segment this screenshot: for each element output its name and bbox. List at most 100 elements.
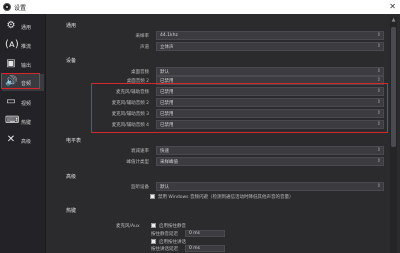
- talk-delay-label: 按住讲话延迟: [151, 247, 178, 252]
- monitoring-device-select[interactable]: 默认 ⇕: [156, 182, 384, 191]
- section-devices-header: 设备: [66, 58, 77, 64]
- select-value: 已禁用: [160, 90, 174, 95]
- push-to-mute-label: 启用按住静音: [159, 224, 186, 229]
- mic-aux-4-select[interactable]: 已禁用 ⇕: [156, 120, 384, 129]
- speaker-icon: 🔊: [5, 76, 18, 87]
- ducking-checkbox[interactable]: [150, 194, 155, 199]
- dropdown-arrow-icon: ⇕: [376, 68, 381, 74]
- mic-aux-4-row: 麦克风/辅助音频 4 已禁用 ⇕: [66, 120, 386, 130]
- mute-delay-value: 0 ms: [189, 231, 201, 236]
- channels-select[interactable]: 立体声 ⇕: [156, 42, 384, 51]
- sidebar-item-video[interactable]: ▭ 视频: [2, 94, 44, 111]
- scrollbar[interactable]: ▲: [390, 17, 397, 253]
- sidebar-item-output[interactable]: ▣ 输出: [2, 56, 44, 73]
- gear-icon: ⚙: [6, 20, 16, 31]
- dropdown-arrow-icon: ⇕: [376, 99, 381, 105]
- desktop-audio-2-select[interactable]: 已禁用 ⇕: [156, 76, 384, 85]
- talk-delay-value: 0 ms: [189, 246, 201, 251]
- sidebar-item-label: 推流: [21, 44, 32, 50]
- section-hotkeys-header: 热键: [66, 208, 77, 214]
- close-button[interactable]: ✕: [389, 2, 396, 12]
- select-value: 44.1khz: [160, 33, 178, 38]
- mic-aux-3-select[interactable]: 已禁用 ⇕: [156, 109, 384, 118]
- mic-aux-select[interactable]: 已禁用 ⇕: [156, 87, 384, 96]
- mic-aux-3-label: 麦克风/辅助音频 3: [111, 112, 149, 117]
- dropdown-arrow-icon: ⇕: [376, 121, 381, 127]
- monitoring-device-row: 监听设备 默认 ⇕: [66, 182, 386, 192]
- push-to-talk-label: 启用按住讲话: [159, 240, 186, 245]
- decay-rate-select[interactable]: 快速 ⇕: [156, 146, 384, 155]
- dropdown-arrow-icon: ⇕: [376, 110, 381, 116]
- sidebar-item-label: 通用: [21, 25, 32, 31]
- sidebar-item-label: 音频: [21, 81, 32, 87]
- mute-delay-input[interactable]: 0 ms: [185, 230, 225, 237]
- obs-logo-icon: [3, 3, 11, 11]
- sidebar-item-hotkeys[interactable]: ⌨ 热键: [2, 113, 44, 130]
- dropdown-arrow-icon: ⇕: [376, 158, 381, 164]
- section-general-header: 通用: [66, 23, 77, 29]
- mic-aux-2-row: 麦克风/辅助音频 2 已禁用 ⇕: [66, 98, 386, 108]
- monitoring-device-label: 监听设备: [131, 185, 149, 190]
- dropdown-arrow-icon: ⇕: [376, 147, 381, 153]
- desktop-audio-2-label: 桌面音频 2: [126, 79, 149, 84]
- sidebar-item-label: 视频: [21, 101, 32, 107]
- sidebar-item-label: 高级: [21, 139, 32, 145]
- select-value: 默认: [160, 70, 169, 75]
- peak-meter-row: 峰值计类型 采样峰值 ⇕: [66, 157, 386, 167]
- mic-aux-2-select[interactable]: 已禁用 ⇕: [156, 98, 384, 107]
- mic-aux-4-label: 麦克风/辅助音频 4: [111, 123, 149, 128]
- title-bar: 设置 ✕: [0, 0, 400, 14]
- sidebar-item-audio[interactable]: 🔊 音频: [2, 74, 44, 91]
- window-title: 设置: [14, 5, 27, 12]
- hotkeys-mic-label: 麦克风/Aux: [116, 224, 140, 229]
- select-value: 采样峰值: [160, 160, 178, 165]
- section-advanced-header: 高级: [66, 174, 77, 180]
- ducking-label: 禁用 Windows 音频闪避（检测到通信活动时降低其他声音的音量）: [158, 195, 294, 200]
- select-value: 已禁用: [160, 112, 174, 117]
- output-icon: ▣: [6, 58, 16, 69]
- desktop-audio-select[interactable]: 默认 ⇕: [156, 67, 384, 76]
- push-to-talk-checkbox[interactable]: [151, 239, 156, 244]
- sidebar-item-label: 热键: [21, 120, 32, 126]
- mic-aux-label: 麦克风/辅助音频: [115, 90, 149, 95]
- sample-rate-label: 采样率: [135, 34, 150, 39]
- push-to-mute-checkbox[interactable]: [151, 223, 156, 228]
- decay-rate-row: 衰减速率 快速 ⇕: [66, 146, 386, 156]
- select-value: 已禁用: [160, 123, 174, 128]
- dropdown-arrow-icon: ⇕: [376, 77, 381, 83]
- scrollbar-thumb[interactable]: [391, 27, 396, 147]
- wrench-icon: ✕: [6, 134, 16, 145]
- select-value: 立体声: [160, 45, 174, 50]
- peak-meter-select[interactable]: 采样峰值 ⇕: [156, 157, 384, 166]
- monitor-icon: ▭: [6, 96, 16, 107]
- keyboard-icon: ⌨: [5, 115, 20, 126]
- section-meters-header: 电平表: [66, 138, 82, 144]
- select-value: 默认: [160, 185, 169, 190]
- talk-delay-input[interactable]: 0 ms: [185, 245, 225, 252]
- desktop-audio-2-row: 桌面音频 2 已禁用 ⇕: [66, 76, 386, 86]
- select-value: 已禁用: [160, 79, 174, 84]
- dropdown-arrow-icon: ⇕: [376, 43, 381, 49]
- channels-label: 声道: [140, 45, 149, 50]
- antenna-icon: (ᴀ): [5, 39, 19, 50]
- sidebar-item-label: 输出: [21, 63, 32, 69]
- sidebar-item-stream[interactable]: (ᴀ) 推流: [2, 37, 44, 54]
- sidebar-item-general[interactable]: ⚙ 通用: [2, 18, 44, 35]
- mute-delay-label: 按住静音延迟: [151, 232, 178, 237]
- dropdown-arrow-icon: ⇕: [376, 183, 381, 189]
- decay-rate-label: 衰减速率: [131, 149, 149, 154]
- sidebar-item-advanced[interactable]: ✕ 高级: [2, 132, 44, 149]
- mic-aux-row: 麦克风/辅助音频 已禁用 ⇕: [66, 87, 386, 97]
- scroll-up-arrow-icon[interactable]: ▲: [390, 17, 397, 25]
- mic-aux-3-row: 麦克风/辅助音频 3 已禁用 ⇕: [66, 109, 386, 119]
- select-value: 已禁用: [160, 101, 174, 106]
- settings-sidebar: ⚙ 通用 (ᴀ) 推流 ▣ 输出 🔊 音频 ▭ 视频 ⌨ 热键 ✕ 高级: [0, 14, 46, 253]
- channels-row: 声道 立体声 ⇕: [66, 42, 386, 52]
- dropdown-arrow-icon: ⇕: [376, 88, 381, 94]
- sample-rate-select[interactable]: 44.1khz ⇕: [156, 31, 384, 40]
- sample-rate-row: 采样率 44.1khz ⇕: [66, 31, 386, 41]
- mic-aux-2-label: 麦克风/辅助音频 2: [111, 101, 149, 106]
- select-value: 快速: [160, 149, 169, 154]
- desktop-audio-label: 桌面音频: [131, 70, 149, 75]
- peak-meter-label: 峰值计类型: [126, 160, 150, 165]
